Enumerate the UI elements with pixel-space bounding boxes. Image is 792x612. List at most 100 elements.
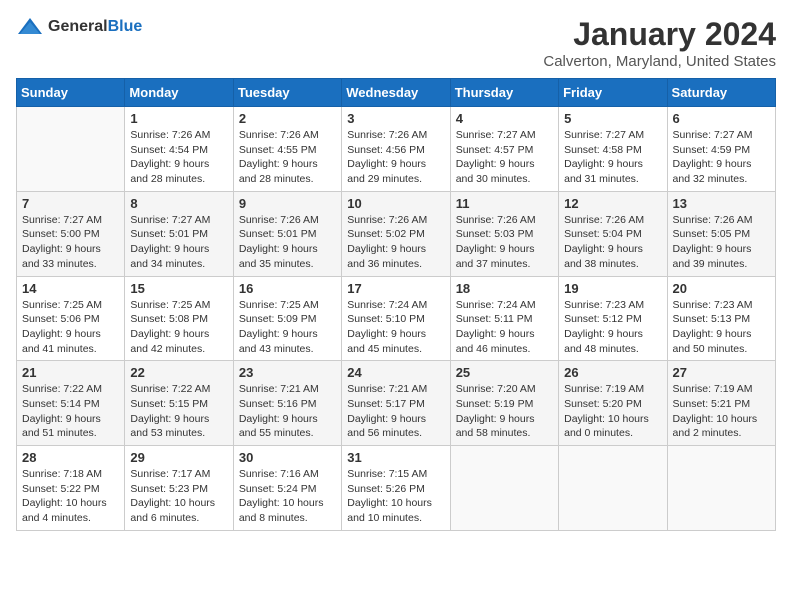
calendar-day-cell: 9 Sunrise: 7:26 AM Sunset: 5:01 PM Daylig… (233, 191, 341, 276)
day-number: 14 (22, 281, 119, 296)
calendar-day-cell: 28Sunrise: 7:18 AM Sunset: 5:22 PM Dayli… (17, 446, 125, 531)
calendar-day-cell: 8Sunrise: 7:27 AM Sunset: 5:01 PM Daylig… (125, 191, 233, 276)
calendar-day-cell: 4 Sunrise: 7:27 AM Sunset: 4:57 PM Daylig… (450, 107, 558, 192)
calendar-week-row: 1 Sunrise: 7:26 AM Sunset: 4:54 PM Daylig… (17, 107, 776, 192)
day-info: Sunrise: 7:19 AM Sunset: 5:20 PM Dayligh… (564, 382, 661, 441)
day-number: 10 (347, 196, 444, 211)
calendar-week-row: 7 Sunrise: 7:27 AM Sunset: 5:00 PM Daylig… (17, 191, 776, 276)
calendar-day-cell: 12 Sunrise: 7:26 AM Sunset: 5:04 PM Dayli… (559, 191, 667, 276)
day-info: Sunrise: 7:25 AM Sunset: 5:08 PM Dayligh… (130, 298, 227, 357)
calendar-day-cell: 27 Sunrise: 7:19 AM Sunset: 5:21 PM Dayli… (667, 361, 775, 446)
day-info: Sunrise: 7:23 AM Sunset: 5:13 PM Dayligh… (673, 298, 770, 357)
day-number: 16 (239, 281, 336, 296)
calendar-day-cell: 11 Sunrise: 7:26 AM Sunset: 5:03 PM Dayli… (450, 191, 558, 276)
calendar-day-cell (559, 446, 667, 531)
day-info: Sunrise: 7:27 AM Sunset: 5:00 PM Dayligh… (22, 213, 119, 272)
day-number: 3 (347, 111, 444, 126)
weekday-header-cell: Tuesday (233, 79, 341, 107)
calendar-day-cell: 29Sunrise: 7:17 AM Sunset: 5:23 PM Dayli… (125, 446, 233, 531)
day-number: 22 (130, 365, 227, 380)
day-number: 21 (22, 365, 119, 380)
calendar-day-cell: 13 Sunrise: 7:26 AM Sunset: 5:05 PM Dayli… (667, 191, 775, 276)
day-number: 20 (673, 281, 770, 296)
day-number: 17 (347, 281, 444, 296)
day-info: Sunrise: 7:26 AM Sunset: 4:54 PM Dayligh… (130, 128, 227, 187)
day-info: Sunrise: 7:26 AM Sunset: 4:55 PM Dayligh… (239, 128, 336, 187)
day-info: Sunrise: 7:19 AM Sunset: 5:21 PM Dayligh… (673, 382, 770, 441)
day-info: Sunrise: 7:16 AM Sunset: 5:24 PM Dayligh… (239, 467, 336, 526)
month-title: January 2024 (543, 16, 776, 53)
calendar-week-row: 28Sunrise: 7:18 AM Sunset: 5:22 PM Dayli… (17, 446, 776, 531)
calendar-day-cell: 23Sunrise: 7:21 AM Sunset: 5:16 PM Dayli… (233, 361, 341, 446)
day-info: Sunrise: 7:23 AM Sunset: 5:12 PM Dayligh… (564, 298, 661, 357)
day-info: Sunrise: 7:26 AM Sunset: 5:03 PM Dayligh… (456, 213, 553, 272)
day-info: Sunrise: 7:22 AM Sunset: 5:14 PM Dayligh… (22, 382, 119, 441)
day-number: 4 (456, 111, 553, 126)
day-number: 25 (456, 365, 553, 380)
day-info: Sunrise: 7:22 AM Sunset: 5:15 PM Dayligh… (130, 382, 227, 441)
calendar-day-cell: 30 Sunrise: 7:16 AM Sunset: 5:24 PM Dayli… (233, 446, 341, 531)
calendar-day-cell: 21 Sunrise: 7:22 AM Sunset: 5:14 PM Dayli… (17, 361, 125, 446)
calendar-day-cell: 24 Sunrise: 7:21 AM Sunset: 5:17 PM Dayli… (342, 361, 450, 446)
day-info: Sunrise: 7:27 AM Sunset: 4:57 PM Dayligh… (456, 128, 553, 187)
day-number: 27 (673, 365, 770, 380)
day-number: 2 (239, 111, 336, 126)
day-number: 13 (673, 196, 770, 211)
day-info: Sunrise: 7:26 AM Sunset: 4:56 PM Dayligh… (347, 128, 444, 187)
day-info: Sunrise: 7:26 AM Sunset: 5:04 PM Dayligh… (564, 213, 661, 272)
day-number: 6 (673, 111, 770, 126)
day-info: Sunrise: 7:21 AM Sunset: 5:16 PM Dayligh… (239, 382, 336, 441)
logo-icon (16, 16, 44, 38)
calendar-week-row: 14 Sunrise: 7:25 AM Sunset: 5:06 PM Dayli… (17, 276, 776, 361)
day-info: Sunrise: 7:25 AM Sunset: 5:06 PM Dayligh… (22, 298, 119, 357)
weekday-header-cell: Monday (125, 79, 233, 107)
day-number: 1 (130, 111, 227, 126)
calendar-day-cell: 18 Sunrise: 7:24 AM Sunset: 5:11 PM Dayli… (450, 276, 558, 361)
day-number: 29 (130, 450, 227, 465)
day-number: 15 (130, 281, 227, 296)
weekday-header-cell: Thursday (450, 79, 558, 107)
title-area: January 2024 Calverton, Maryland, United… (543, 16, 776, 70)
weekday-header-cell: Saturday (667, 79, 775, 107)
calendar-day-cell: 26Sunrise: 7:19 AM Sunset: 5:20 PM Dayli… (559, 361, 667, 446)
day-number: 7 (22, 196, 119, 211)
logo-blue: Blue (108, 18, 143, 35)
calendar-day-cell: 19 Sunrise: 7:23 AM Sunset: 5:12 PM Dayli… (559, 276, 667, 361)
calendar-day-cell: 20 Sunrise: 7:23 AM Sunset: 5:13 PM Dayli… (667, 276, 775, 361)
day-info: Sunrise: 7:21 AM Sunset: 5:17 PM Dayligh… (347, 382, 444, 441)
calendar-day-cell (17, 107, 125, 192)
calendar-body: 1 Sunrise: 7:26 AM Sunset: 4:54 PM Daylig… (17, 107, 776, 531)
day-info: Sunrise: 7:15 AM Sunset: 5:26 PM Dayligh… (347, 467, 444, 526)
calendar-day-cell (667, 446, 775, 531)
day-number: 5 (564, 111, 661, 126)
weekday-header-cell: Wednesday (342, 79, 450, 107)
calendar-day-cell: 1 Sunrise: 7:26 AM Sunset: 4:54 PM Daylig… (125, 107, 233, 192)
page-header: GeneralBlue January 2024 Calverton, Mary… (16, 16, 776, 70)
calendar-day-cell: 14 Sunrise: 7:25 AM Sunset: 5:06 PM Dayli… (17, 276, 125, 361)
calendar-week-row: 21 Sunrise: 7:22 AM Sunset: 5:14 PM Dayli… (17, 361, 776, 446)
day-number: 8 (130, 196, 227, 211)
day-info: Sunrise: 7:25 AM Sunset: 5:09 PM Dayligh… (239, 298, 336, 357)
day-number: 18 (456, 281, 553, 296)
calendar-day-cell: 16 Sunrise: 7:25 AM Sunset: 5:09 PM Dayli… (233, 276, 341, 361)
calendar-day-cell: 6Sunrise: 7:27 AM Sunset: 4:59 PM Daylig… (667, 107, 775, 192)
day-info: Sunrise: 7:26 AM Sunset: 5:01 PM Dayligh… (239, 213, 336, 272)
day-number: 31 (347, 450, 444, 465)
calendar-day-cell: 17 Sunrise: 7:24 AM Sunset: 5:10 PM Dayli… (342, 276, 450, 361)
logo-general: General (48, 18, 108, 35)
day-info: Sunrise: 7:26 AM Sunset: 5:05 PM Dayligh… (673, 213, 770, 272)
day-info: Sunrise: 7:24 AM Sunset: 5:10 PM Dayligh… (347, 298, 444, 357)
day-number: 30 (239, 450, 336, 465)
day-number: 9 (239, 196, 336, 211)
calendar-day-cell: 10 Sunrise: 7:26 AM Sunset: 5:02 PM Dayli… (342, 191, 450, 276)
calendar-day-cell: 25Sunrise: 7:20 AM Sunset: 5:19 PM Dayli… (450, 361, 558, 446)
day-info: Sunrise: 7:24 AM Sunset: 5:11 PM Dayligh… (456, 298, 553, 357)
calendar-day-cell: 22 Sunrise: 7:22 AM Sunset: 5:15 PM Dayli… (125, 361, 233, 446)
day-info: Sunrise: 7:26 AM Sunset: 5:02 PM Dayligh… (347, 213, 444, 272)
day-number: 24 (347, 365, 444, 380)
calendar-day-cell: 5Sunrise: 7:27 AM Sunset: 4:58 PM Daylig… (559, 107, 667, 192)
day-number: 12 (564, 196, 661, 211)
day-number: 19 (564, 281, 661, 296)
calendar-day-cell: 15 Sunrise: 7:25 AM Sunset: 5:08 PM Dayli… (125, 276, 233, 361)
day-number: 11 (456, 196, 553, 211)
